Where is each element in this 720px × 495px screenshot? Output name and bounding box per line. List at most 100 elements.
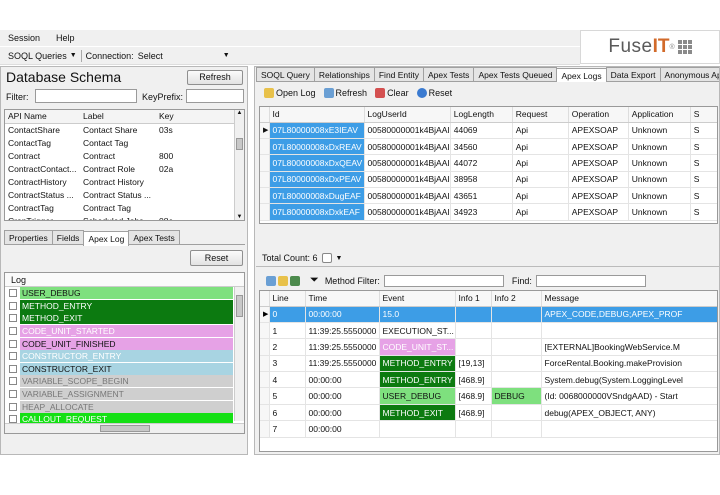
log-row[interactable]: 07L80000008xDxkEAF 00580000001k4BjAAI 3492… <box>260 203 717 221</box>
log-checkbox[interactable] <box>9 314 17 323</box>
column-header[interactable]: LogUserId <box>364 107 451 123</box>
tab-fields[interactable]: Fields <box>51 230 85 245</box>
row-header[interactable] <box>260 387 270 405</box>
column-header[interactable]: Operation <box>568 107 629 123</box>
tab-apex-tests[interactable]: Apex Tests <box>128 230 180 245</box>
schema-scrollbar[interactable]: ▲ ▼ <box>234 110 244 220</box>
log-checkbox[interactable] <box>9 327 17 336</box>
log-category-item[interactable]: CODE_UNIT_FINISHED <box>5 337 233 350</box>
row-header[interactable] <box>260 338 270 356</box>
keyprefix-input[interactable] <box>186 89 244 103</box>
column-header[interactable]: Event <box>379 291 456 307</box>
schema-row[interactable]: ContactShare Contact Share 03s <box>5 123 235 136</box>
tab-find-entity[interactable]: Find Entity <box>373 67 425 82</box>
column-header[interactable]: Label <box>80 110 156 124</box>
schema-refresh-button[interactable]: Refresh <box>187 70 243 85</box>
row-header[interactable] <box>260 138 270 156</box>
scroll-up-icon[interactable]: ▲ <box>235 110 244 116</box>
column-header[interactable]: Key <box>156 110 235 124</box>
log-checkbox[interactable] <box>9 301 17 310</box>
soql-queries-dropdown[interactable]: SOQL Queries <box>0 51 67 61</box>
tab-relationships[interactable]: Relationships <box>313 67 375 82</box>
column-header[interactable]: API Name <box>5 110 80 124</box>
export-icon[interactable] <box>290 275 300 286</box>
log-checkbox[interactable] <box>9 339 17 348</box>
log-row[interactable]: 07L80000008xDxQEAV 00580000001k4BjAAI 4407… <box>260 154 717 172</box>
connection-select[interactable]: Select <box>138 51 163 61</box>
log-category-item[interactable]: CONSTRUCTOR_ENTRY <box>5 350 233 363</box>
log-list-hscrollbar[interactable] <box>5 423 244 433</box>
schema-row[interactable]: ContractTag Contract Tag <box>5 201 235 214</box>
schema-row[interactable]: ContractContact... Contract Role 02a <box>5 162 235 175</box>
event-row[interactable]: 2 11:39:25.5550000 CODE_UNIT_ST... [EXTERNA… <box>260 338 717 356</box>
filter-icon[interactable]: ⏷ <box>310 274 319 287</box>
reset-button[interactable]: Reset <box>416 88 452 98</box>
schema-row[interactable]: ContractHistory Contract History <box>5 175 235 188</box>
schema-row[interactable]: ContractStatus ... Contract Status ... <box>5 188 235 201</box>
tab-apex-tests[interactable]: Apex Tests <box>423 67 475 82</box>
tab-apex-tests-queued[interactable]: Apex Tests Queued <box>473 67 558 82</box>
menu-session[interactable]: Session <box>0 33 48 43</box>
row-header[interactable]: ▶ <box>260 306 270 323</box>
event-row[interactable]: 3 11:39:25.5550000 METHOD_ENTRY [19,13] Forc… <box>260 355 717 373</box>
log-row[interactable]: 07L80000008xDugEAF 00580000001k4BjAAI 4365… <box>260 187 717 205</box>
log-row[interactable]: 07L80000008xDxREAV 00580000001k4BjAAI 3456… <box>260 138 717 156</box>
hscroll-thumb[interactable] <box>100 425 150 432</box>
log-category-item[interactable]: CONSTRUCTOR_EXIT <box>5 362 233 376</box>
column-header[interactable]: Message <box>541 291 717 307</box>
column-header[interactable]: Line <box>269 291 306 307</box>
log-category-item[interactable]: HEAP_ALLOCATE <box>5 400 233 413</box>
event-row[interactable]: 7 00:00:00 <box>260 420 717 438</box>
chevron-down-icon[interactable]: ▼ <box>336 255 343 262</box>
log-checkbox[interactable] <box>9 377 17 386</box>
row-header[interactable] <box>260 187 270 205</box>
row-header[interactable] <box>260 355 270 373</box>
log-category-item[interactable]: CODE_UNIT_STARTED <box>5 325 233 338</box>
tab-apex-logs[interactable]: Apex Logs <box>556 68 607 82</box>
log-category-item[interactable]: VARIABLE_SCOPE_BEGIN <box>5 375 233 388</box>
log-row[interactable]: 07L80000008xDxPEAV 00580000001k4BjAAI 3895… <box>260 171 717 189</box>
chevron-down-icon[interactable]: ▼ <box>223 52 230 59</box>
row-header[interactable] <box>260 203 270 221</box>
filter-input[interactable] <box>35 89 137 103</box>
log-list-scrollbar[interactable] <box>234 287 244 421</box>
column-header[interactable]: LogLength <box>450 107 513 123</box>
tab-anonymous-apex[interactable]: Anonymous Apex <box>659 67 719 82</box>
log-checkbox[interactable] <box>9 402 17 411</box>
open-log-button[interactable]: Open Log <box>264 88 316 98</box>
column-header[interactable]: Info 1 <box>455 291 492 307</box>
copy-icon[interactable] <box>266 275 276 286</box>
scroll-down-icon[interactable]: ▼ <box>235 214 244 220</box>
paste-icon[interactable] <box>278 275 288 286</box>
chevron-down-icon[interactable]: ▼ <box>70 52 77 59</box>
log-checkbox[interactable] <box>9 289 17 298</box>
event-row[interactable]: 6 00:00:00 METHOD_EXIT [468.9] debug(APEX_OB… <box>260 404 717 422</box>
tab-data-export[interactable]: Data Export <box>605 67 661 82</box>
column-header[interactable]: S <box>690 107 717 123</box>
log-category-item[interactable]: METHOD_EXIT <box>5 312 233 325</box>
log-checkbox[interactable] <box>9 364 17 373</box>
find-input[interactable] <box>535 274 646 287</box>
row-header[interactable] <box>260 322 270 340</box>
column-header[interactable]: Info 2 <box>491 291 542 307</box>
page-icon[interactable] <box>321 253 332 263</box>
column-header[interactable]: Time <box>305 291 380 307</box>
log-category-item[interactable]: VARIABLE_ASSIGNMENT <box>5 388 233 401</box>
log-category-item[interactable]: USER_DEBUG <box>5 287 233 300</box>
log-checkbox[interactable] <box>9 390 17 399</box>
schema-row[interactable]: CronTrigger Scheduled Jobs 08e <box>5 214 235 221</box>
schema-row[interactable]: ContactTag Contact Tag <box>5 136 235 149</box>
splitter[interactable] <box>256 266 719 267</box>
event-row[interactable]: ▶ 0 00:00:00 15.0 APEX_CODE,DEBUG;APEX_PROF <box>260 306 717 323</box>
clear-button[interactable]: Clear <box>375 88 409 98</box>
event-row[interactable]: 5 00:00:00 USER_DEBUG [468.9] DEBUG (Id: 0068… <box>260 387 717 405</box>
log-checkbox[interactable] <box>9 352 17 361</box>
row-header[interactable] <box>260 154 270 172</box>
column-header[interactable]: Request <box>512 107 569 123</box>
row-header[interactable]: ▶ <box>260 122 270 139</box>
row-header[interactable] <box>260 171 270 189</box>
tab-apex-log[interactable]: Apex Log <box>83 231 130 246</box>
scroll-thumb[interactable] <box>236 138 243 150</box>
row-header[interactable] <box>260 371 270 389</box>
event-row[interactable]: 1 11:39:25.5550000 EXECUTION_ST... <box>260 322 717 340</box>
